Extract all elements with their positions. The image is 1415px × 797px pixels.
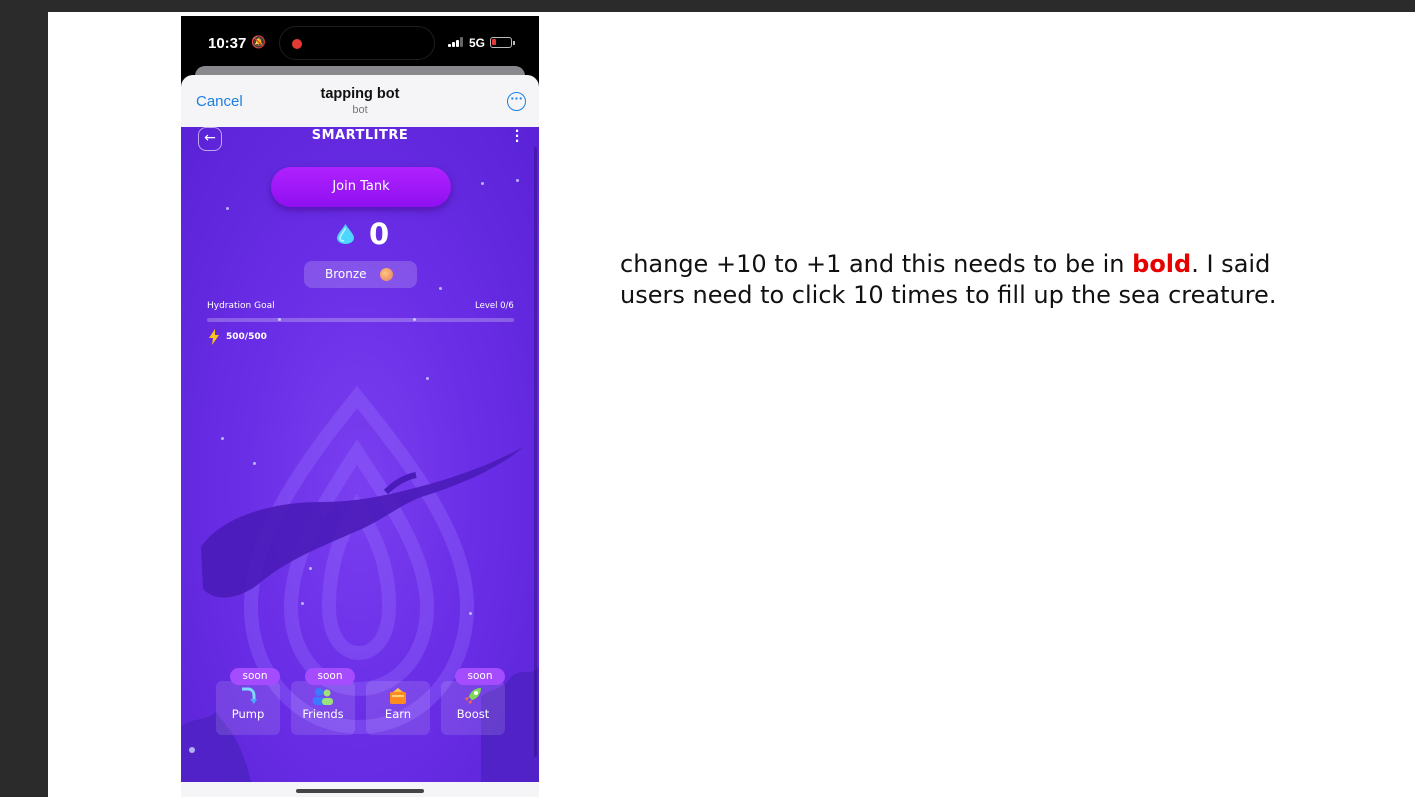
nav-item-friends[interactable]: soon Friends	[291, 668, 355, 735]
annotation-highlight: bold	[1132, 250, 1192, 278]
score-counter: 0	[369, 217, 390, 251]
earn-icon	[390, 688, 406, 704]
soon-badge: soon	[455, 668, 505, 685]
kebab-menu-icon[interactable]: · · ·	[514, 127, 520, 147]
phone-screenshot: 10:37 🔕 5G Cancel tapping bot bot ··· ← …	[181, 16, 539, 797]
bot-subtitle: bot	[352, 104, 368, 116]
nav-label: Friends	[302, 707, 344, 721]
level-label: Level 0/6	[475, 301, 514, 311]
rank-badge[interactable]: Bronze	[304, 261, 417, 288]
recording-indicator-icon	[292, 39, 302, 49]
hydration-progress-bar	[207, 318, 514, 322]
annotation-text: change +10 to +1 and this needs to be in…	[620, 249, 1300, 311]
medal-icon	[380, 268, 393, 281]
water-drop-icon	[337, 224, 354, 244]
nav-label: Pump	[231, 707, 265, 721]
lightning-bolt-icon	[209, 329, 219, 345]
signal-icon	[448, 37, 464, 47]
scrollbar[interactable]	[534, 147, 537, 757]
bottom-nav: soon Pump soon Friends Earn soon Boost	[216, 668, 506, 737]
soon-badge: soon	[230, 668, 280, 685]
hydration-goal-label: Hydration Goal	[207, 301, 275, 311]
dynamic-island	[279, 26, 435, 60]
brand-logo: SMARTLITRE	[311, 128, 409, 143]
webview-header: Cancel tapping bot bot ···	[181, 75, 539, 127]
rank-label: Bronze	[325, 267, 367, 281]
battery-icon	[490, 37, 515, 48]
home-indicator	[181, 782, 539, 797]
nav-item-earn[interactable]: Earn	[366, 681, 430, 735]
network-type: 5G	[469, 36, 486, 50]
ellipsis-circle-icon[interactable]: ···	[507, 92, 526, 111]
join-tank-button[interactable]: Join Tank	[271, 167, 451, 207]
nav-label: Boost	[456, 707, 490, 721]
soon-badge: soon	[305, 668, 355, 685]
window-top-bar	[0, 0, 1415, 12]
nav-item-pump[interactable]: soon Pump	[216, 668, 280, 735]
rocket-icon	[465, 688, 481, 704]
status-time: 10:37	[208, 35, 247, 52]
bell-slash-icon: 🔕	[251, 35, 266, 49]
nav-label: Earn	[384, 707, 412, 721]
bot-title: tapping bot	[320, 86, 400, 102]
annotation-part1: change +10 to +1 and this needs to be in	[620, 250, 1133, 278]
nav-item-boost[interactable]: soon Boost	[441, 668, 505, 735]
game-screen[interactable]: ← SMARTLITRE · · · Join Tank 0 Bronze Hydr…	[181, 127, 539, 782]
pump-icon	[242, 687, 257, 704]
friends-icon	[313, 688, 333, 705]
energy-counter: 500/500	[226, 332, 267, 342]
